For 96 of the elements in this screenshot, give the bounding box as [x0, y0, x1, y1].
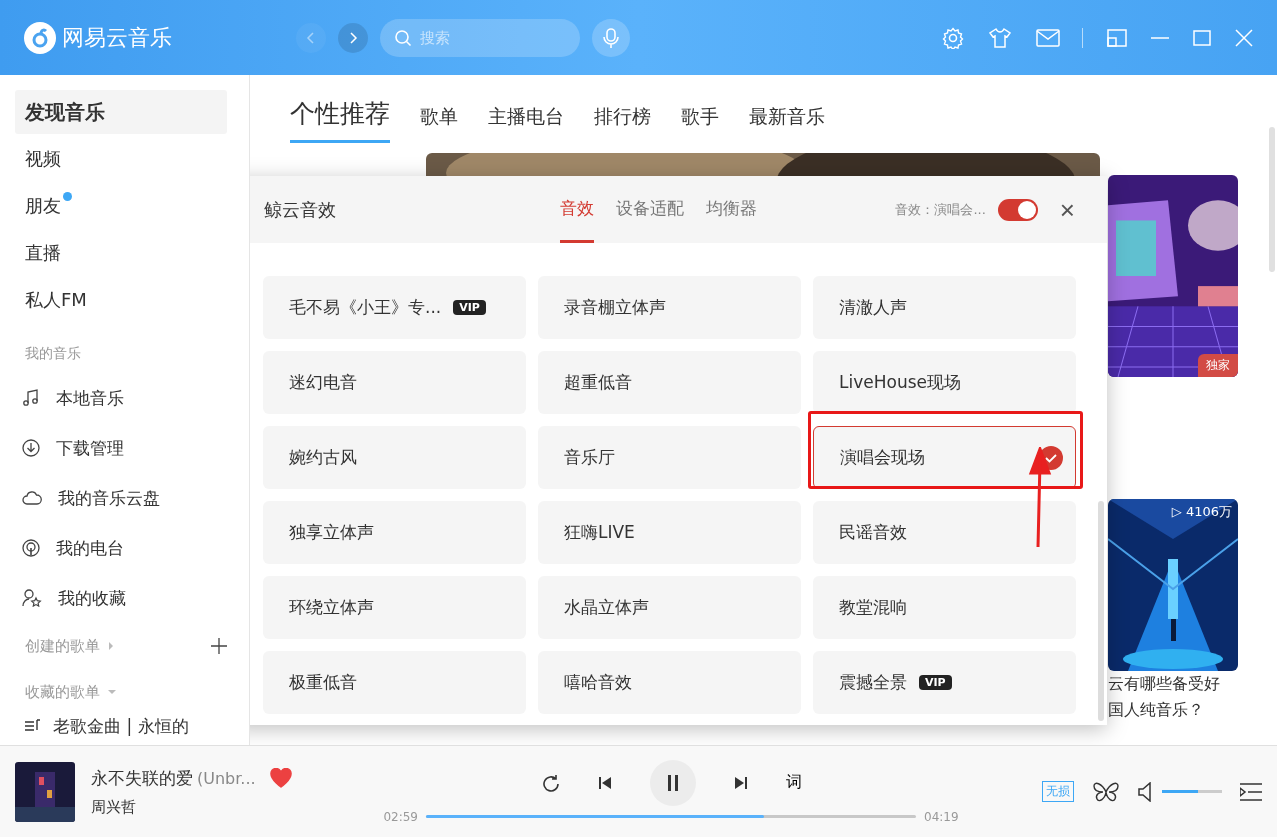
- play-count: ▷ 4106万: [1171, 503, 1232, 521]
- podcast-icon: [22, 539, 40, 557]
- sidebar-item[interactable]: 本地音乐: [15, 373, 227, 423]
- sidebar-label: 下载管理: [56, 436, 124, 460]
- song-subtitle: (Unbr...: [197, 768, 256, 788]
- sound-effect-option[interactable]: 独享立体声: [263, 501, 526, 564]
- search-icon: [394, 28, 412, 47]
- sound-effect-option[interactable]: 嘻哈音效: [538, 651, 801, 714]
- sidebar-item[interactable]: 我的音乐云盘: [15, 473, 227, 523]
- back-icon: [306, 31, 316, 44]
- mini-mode-icon[interactable]: [1107, 28, 1127, 47]
- forward-icon: [348, 31, 358, 44]
- heart-icon[interactable]: [269, 768, 292, 788]
- app-name: 网易云音乐: [62, 23, 172, 52]
- sidebar-label: 本地音乐: [56, 386, 124, 410]
- sound-effect-option[interactable]: 录音棚立体声: [538, 276, 801, 339]
- volume-slider[interactable]: [1162, 790, 1222, 793]
- microphone-button[interactable]: [592, 18, 630, 57]
- maximize-icon[interactable]: [1193, 29, 1211, 46]
- tab[interactable]: 主播电台: [488, 104, 564, 143]
- tab[interactable]: 设备适配: [616, 176, 684, 243]
- repeat-icon[interactable]: [540, 773, 560, 792]
- lyrics-button[interactable]: 词: [786, 772, 802, 793]
- dialog-title: 鲸云音效: [264, 197, 337, 222]
- microphone-icon: [602, 26, 620, 49]
- effect-status: 音效：演唱会...: [895, 200, 986, 219]
- tab[interactable]: 均衡器: [706, 176, 757, 243]
- playlist-name: 老歌金曲 | 永恒的: [53, 715, 189, 737]
- sound-effect-option[interactable]: 环绕立体声: [263, 576, 526, 639]
- section-title: 我的音乐: [24, 344, 82, 363]
- caret-icon: [108, 689, 116, 695]
- music-note-icon: [22, 389, 40, 407]
- sound-effect-option[interactable]: 超重低音: [538, 351, 801, 414]
- cloud-icon: [22, 490, 42, 506]
- add-icon[interactable]: [211, 638, 227, 654]
- exclusive-badge: 独家: [1198, 354, 1238, 377]
- sidebar-label: 我的音乐云盘: [58, 486, 160, 510]
- tab[interactable]: 个性推荐: [290, 97, 390, 143]
- sidebar-item[interactable]: 朋友: [15, 184, 227, 228]
- sidebar-label: 我的收藏: [58, 586, 126, 610]
- playlist-item[interactable]: 老歌金曲 | 永恒的: [15, 715, 227, 737]
- sound-effect-option[interactable]: 民谣音效: [813, 501, 1076, 564]
- minimize-icon[interactable]: [1151, 35, 1169, 40]
- tab[interactable]: 歌手: [681, 104, 719, 143]
- sound-effect-option[interactable]: 婉约古风: [263, 426, 526, 489]
- progress-bar[interactable]: [426, 815, 916, 818]
- tab[interactable]: 歌单: [420, 104, 458, 143]
- sound-effect-option[interactable]: 清澈人声: [813, 276, 1076, 339]
- person-star-icon: [22, 589, 42, 607]
- sound-effect-option[interactable]: 迷幻电音: [263, 351, 526, 414]
- shirt-icon[interactable]: [988, 26, 1012, 49]
- playlist-title[interactable]: 国人纯音乐？: [1108, 697, 1238, 723]
- next-icon[interactable]: [734, 775, 748, 790]
- sidebar-item[interactable]: 私人FM: [15, 278, 227, 322]
- sound-effect-option[interactable]: 演唱会现场: [813, 426, 1076, 489]
- pause-icon: [666, 774, 680, 791]
- back-button[interactable]: [296, 22, 326, 53]
- previous-icon[interactable]: [598, 775, 612, 790]
- pause-button[interactable]: [650, 759, 696, 806]
- sidebar-item[interactable]: 我的收藏: [15, 573, 227, 623]
- sound-effect-option[interactable]: 教堂混响: [813, 576, 1076, 639]
- close-button[interactable]: ×: [1049, 196, 1075, 223]
- sidebar-item[interactable]: 我的电台: [15, 523, 227, 573]
- sidebar-item[interactable]: 视频: [15, 137, 227, 181]
- download-icon: [22, 439, 40, 457]
- playlist-title[interactable]: 云有哪些备受好: [1108, 671, 1238, 697]
- logo-icon: [24, 21, 56, 54]
- artist-name[interactable]: 周兴哲: [91, 797, 361, 817]
- butterfly-icon[interactable]: [1092, 780, 1120, 803]
- song-title: 永不失联的爱: [91, 766, 193, 790]
- close-icon[interactable]: [1235, 28, 1253, 47]
- sound-effect-option[interactable]: 震撼全景 VIP: [813, 651, 1076, 714]
- sound-effect-option[interactable]: 狂嗨LIVE: [538, 501, 801, 564]
- sidebar-item[interactable]: 直播: [15, 231, 227, 275]
- vip-badge: VIP: [919, 675, 952, 690]
- elapsed-time: 02:59: [383, 809, 418, 824]
- sidebar-item[interactable]: 发现音乐: [15, 90, 227, 134]
- sound-effect-option[interactable]: 水晶立体声: [538, 576, 801, 639]
- playlist-icon[interactable]: [1240, 782, 1262, 801]
- caret-icon: [108, 642, 114, 650]
- sound-effect-option[interactable]: 音乐厅: [538, 426, 801, 489]
- forward-button[interactable]: [338, 22, 368, 53]
- playlist-icon: [25, 719, 41, 733]
- tab[interactable]: 排行榜: [594, 104, 651, 143]
- sound-effect-option[interactable]: 极重低音: [263, 651, 526, 714]
- toggle-switch[interactable]: [997, 198, 1038, 221]
- sound-effect-option[interactable]: LiveHouse现场: [813, 351, 1076, 414]
- total-time: 04:19: [924, 809, 959, 824]
- sidebar-label: 我的电台: [56, 536, 124, 560]
- tab[interactable]: 最新音乐: [749, 104, 825, 143]
- tab[interactable]: 音效: [560, 176, 594, 243]
- settings-icon[interactable]: [942, 26, 964, 49]
- vip-badge: VIP: [453, 300, 486, 315]
- sidebar-item[interactable]: 下载管理: [15, 423, 227, 473]
- sound-effect-option[interactable]: 毛不易《小王》专... VIP: [263, 276, 526, 339]
- mail-icon[interactable]: [1036, 28, 1060, 47]
